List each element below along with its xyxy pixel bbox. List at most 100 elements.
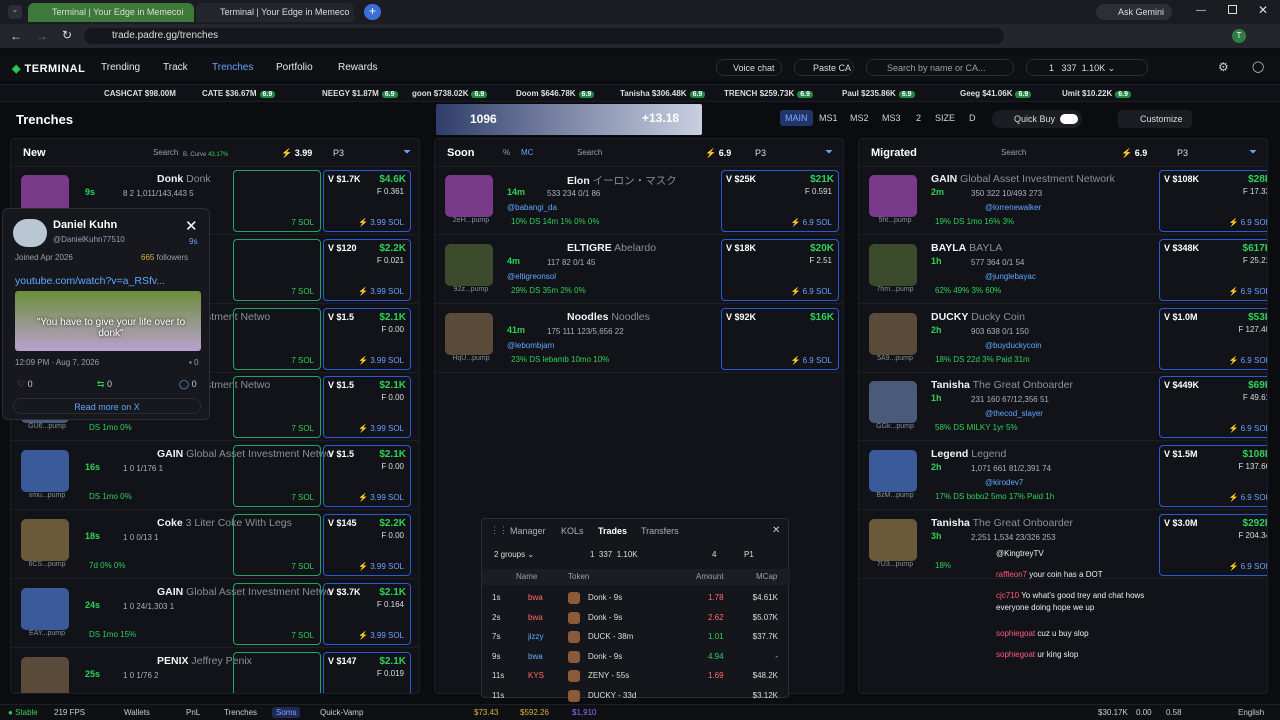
buy-box[interactable]: 7 SOL <box>233 445 321 508</box>
buy-button[interactable]: 7 SOL <box>291 562 314 571</box>
token-card[interactable]: 5A9...pump DUCKY Ducky Coin 2h 903 638 0/1 … <box>859 305 1267 373</box>
token-card[interactable]: 6CS...pump Coke 3 Liter Coke With Legs 18s… <box>11 511 419 579</box>
value-box[interactable]: V $1.5M $108KF 137.66 ⚡ 6.9 SOL <box>1159 445 1267 508</box>
token-address[interactable]: BzM...pump <box>867 492 923 499</box>
ticker-item[interactable]: CASHCAT $98.00M <box>104 89 176 98</box>
preset-p3[interactable]: P3 <box>755 148 766 158</box>
trader-name[interactable]: jizzy <box>528 632 544 641</box>
trade-row[interactable]: 7s jizzy DUCK - 38m 1.01 $37.7K <box>482 628 788 647</box>
nav-trending[interactable]: Trending <box>101 62 140 73</box>
trade-preset[interactable]: P1 <box>744 550 754 559</box>
token-name[interactable]: DUCKY Ducky Coin <box>931 311 1025 323</box>
column-search[interactable]: Search <box>153 148 178 157</box>
tab-manager[interactable]: Manager <box>510 526 546 536</box>
token-card[interactable]: GGk...pump Tanisha The Great Onboarder 1h 2… <box>859 373 1267 442</box>
trade-token[interactable]: Donk - 9s <box>588 593 622 602</box>
preset-ms2[interactable]: MS2 <box>845 110 874 126</box>
token-address[interactable]: HqU...pump <box>443 355 499 362</box>
token-card[interactable]: 2eH...pump Elon イーロン・マスク 14m 533 234 0/1 86… <box>435 167 843 235</box>
value-box[interactable]: V $1.5 $2.1K F 0.00 ⚡ 3.99 SOL <box>323 445 411 508</box>
trade-row[interactable]: 11s DUCKY - 33d $3.12K <box>482 687 788 706</box>
value-box[interactable]: V $1.5 $2.1K F 0.00 ⚡ 3.99 SOL <box>323 376 411 439</box>
token-avatar[interactable] <box>21 656 69 693</box>
close-icon[interactable]: ✕ <box>1258 3 1268 17</box>
ticker-item[interactable]: Doom $646.78K 6.9 <box>516 89 595 98</box>
value-box[interactable]: V $1.0M $53KF 127.40 ⚡ 6.9 SOL <box>1159 307 1267 370</box>
customize-button[interactable]: Customize <box>1118 110 1192 128</box>
buy-box[interactable]: 7 SOL <box>233 582 321 645</box>
tweet-media[interactable]: "You have to give your life over to donk… <box>15 291 201 351</box>
preset-main[interactable]: MAIN <box>780 110 813 126</box>
trade-token[interactable]: ZENY - 55s <box>588 671 629 680</box>
token-avatar[interactable] <box>869 450 917 493</box>
tab-list-icon[interactable]: ⌄ <box>8 5 22 19</box>
maximize-icon[interactable] <box>1228 5 1237 14</box>
token-address[interactable]: 7hm...pump <box>867 286 923 293</box>
buy-amount[interactable]: ⚡ 6.9 <box>1121 148 1147 159</box>
token-name[interactable]: Tanisha The Great Onboarder <box>931 379 1073 391</box>
trade-token[interactable]: Donk - 9s <box>588 613 622 622</box>
trade-row[interactable]: 11s KYS ZENY - 55s 1.69 $48.2K <box>482 667 788 686</box>
token-user[interactable]: @eltigreonsol <box>507 272 556 281</box>
trade-row[interactable]: 2s bwa Donk - 9s 2.62 $5.07K <box>482 609 788 628</box>
trader-name[interactable]: bwa <box>528 652 543 661</box>
footer-wallets[interactable]: Wallets <box>124 708 150 717</box>
quick-buy-button[interactable]: ⚡ 3.99 SOL <box>358 493 404 502</box>
paste-ca-button[interactable]: Paste CA <box>794 59 854 76</box>
value-box[interactable]: V $145 $2.2K F 0.00 ⚡ 3.99 SOL <box>323 514 411 576</box>
quick-buy-button[interactable]: ⚡ 6.9 SOL <box>1228 287 1267 296</box>
back-icon[interactable]: ← <box>10 29 22 43</box>
token-card[interactable]: 92z...pump ELTIGRE Abelardo 4m 117 82 0/1 4… <box>435 236 843 304</box>
token-name[interactable]: BAYLA BAYLA <box>931 242 1002 254</box>
token-name[interactable]: GAIN Global Asset Investment Network <box>931 173 1115 185</box>
trade-token[interactable]: Donk - 9s <box>588 652 622 661</box>
buy-button[interactable]: 7 SOL <box>291 493 314 502</box>
nav-track[interactable]: Track <box>163 62 188 73</box>
tweet-link[interactable]: youtube.com/watch?v=a_RSfv... <box>15 275 165 287</box>
trade-token[interactable]: DUCK - 38m <box>588 632 633 641</box>
quick-buy-button[interactable]: ⚡ 6.9 SOL <box>790 287 832 296</box>
voice-chat-button[interactable]: Voice chat <box>716 59 782 76</box>
trade-row[interactable]: 1s bwa Donk - 9s 1.78 $4.61K <box>482 589 788 608</box>
tab-kols[interactable]: KOLs <box>561 526 584 536</box>
trade-amount[interactable]: 4 <box>712 550 716 559</box>
token-address[interactable]: 92z...pump <box>443 286 499 293</box>
token-user[interactable]: @thecod_slayer <box>985 409 1043 418</box>
pct-toggle[interactable]: % <box>503 148 510 157</box>
footer-soms[interactable]: Soms <box>272 707 301 718</box>
value-box[interactable]: V $108K $28K F 17.33 ⚡ 6.9 SOL <box>1159 170 1267 232</box>
trade-token[interactable]: DUCKY - 33d <box>588 691 636 700</box>
footer-quick-vamp[interactable]: Quick-Vamp <box>320 708 363 717</box>
close-icon[interactable]: ✕ <box>772 525 780 536</box>
value-box[interactable]: V $449K $69KF 49.61 ⚡ 6.9 SOL <box>1159 376 1267 439</box>
token-address[interactable]: 2eH...pump <box>443 217 499 224</box>
footer-trenches[interactable]: Trenches <box>224 708 257 717</box>
buy-button[interactable]: 7 SOL <box>291 287 314 296</box>
user-icon[interactable]: ◯ <box>1252 60 1264 73</box>
nav-portfolio[interactable]: Portfolio <box>276 62 313 73</box>
token-card[interactable]: BzM...pump Legend Legend 2h 1,071 661 81/2,… <box>859 442 1267 511</box>
token-avatar[interactable] <box>869 381 917 424</box>
value-box[interactable]: V $1.5 $2.1K F 0.00 ⚡ 3.99 SOL <box>323 307 411 370</box>
token-user[interactable]: @lebombjam <box>507 341 554 350</box>
value-box[interactable]: V $147 $2.1K F 0.019 <box>323 651 411 693</box>
url-field[interactable]: trade.padre.gg/trenches <box>84 28 1004 44</box>
token-name[interactable]: Tanisha The Great Onboarder <box>931 517 1073 529</box>
token-address[interactable]: 6CS...pump <box>19 561 75 568</box>
preset-ms1[interactable]: MS1 <box>814 110 843 126</box>
token-name[interactable]: Legend Legend <box>931 448 1006 460</box>
minimize-icon[interactable]: — <box>1196 5 1206 16</box>
browser-tab-2[interactable]: Terminal | Your Edge in Memeco <box>196 3 354 22</box>
token-name[interactable]: Donk Donk <box>157 173 211 185</box>
quick-buy-button[interactable]: ⚡ 6.9 SOL <box>1228 218 1267 227</box>
trader-name[interactable]: bwa <box>528 593 543 602</box>
wallet-selector[interactable]: 1 337 1.10K ⌄ <box>1026 59 1148 76</box>
drag-handle[interactable]: ⋮⋮ <box>490 525 508 536</box>
filter-icon[interactable]: ⏷ <box>1249 147 1257 158</box>
column-search[interactable]: Search <box>577 148 602 157</box>
quick-buy-button[interactable]: ⚡ 6.9 SOL <box>1228 356 1267 365</box>
buy-box[interactable]: 7 SOL <box>233 376 321 439</box>
token-avatar[interactable] <box>21 587 69 630</box>
token-avatar[interactable] <box>21 519 69 561</box>
settings-icon[interactable]: ⚙ <box>1218 60 1229 74</box>
